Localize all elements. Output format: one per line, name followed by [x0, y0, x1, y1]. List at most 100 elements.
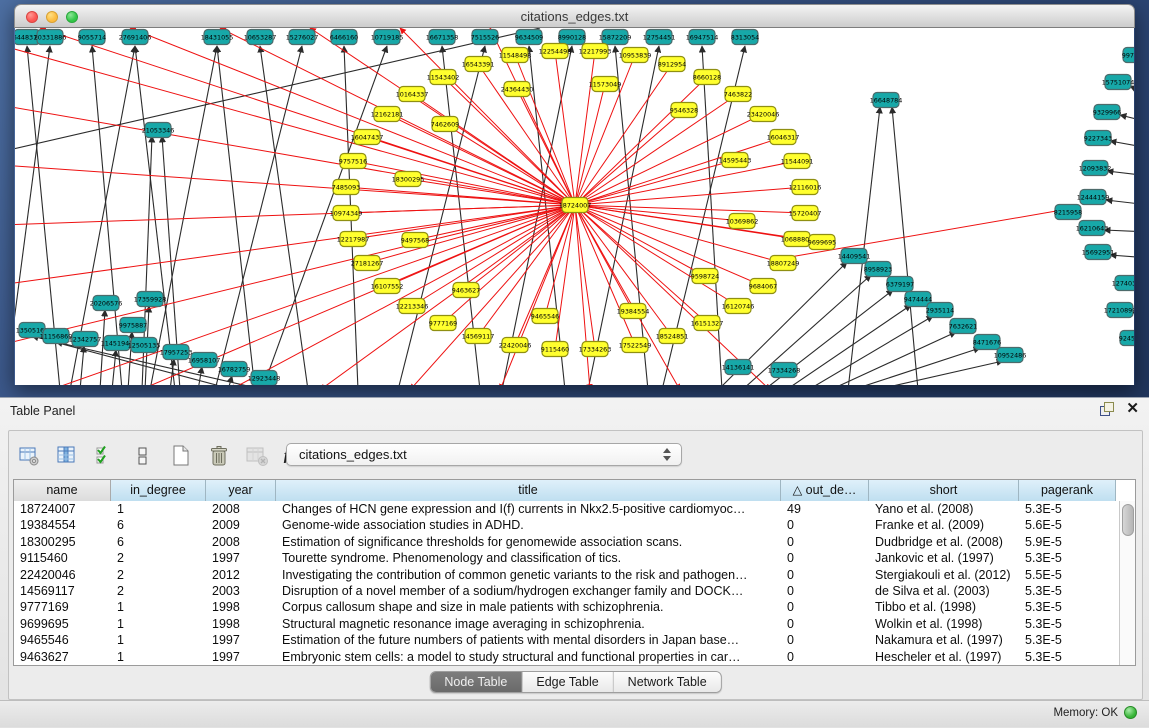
graph-node[interactable]: 10952486: [994, 348, 1027, 363]
column-header-name[interactable]: name: [14, 480, 111, 501]
graph-node[interactable]: 18431055: [201, 30, 234, 45]
graph-node[interactable]: 7463822: [724, 87, 752, 102]
graph-node[interactable]: 27181267: [351, 256, 384, 271]
graph-node[interactable]: 15276027: [286, 30, 319, 45]
graph-node[interactable]: 15872209: [599, 30, 632, 45]
graph-node[interactable]: 16151327: [691, 316, 724, 331]
graph-node[interactable]: 16107552: [371, 279, 404, 294]
table-row[interactable]: 946554611997Estimation of the future num…: [14, 632, 1120, 648]
graph-node[interactable]: 14136141: [722, 360, 755, 375]
graph-node[interactable]: 16671358: [426, 30, 459, 45]
table-row[interactable]: 911546021997Tourette syndrome. Phenomeno…: [14, 550, 1120, 566]
window-titlebar[interactable]: citations_edges.txt: [14, 4, 1135, 28]
close-window-button[interactable]: [26, 11, 38, 23]
graph-node[interactable]: 27691406: [119, 30, 152, 45]
graph-node[interactable]: 12162181: [371, 107, 404, 122]
graph-node[interactable]: 12740354: [1112, 276, 1134, 291]
graph-node[interactable]: 11573049: [589, 77, 622, 92]
graph-node[interactable]: 9245007: [1119, 331, 1134, 346]
graph-node[interactable]: 15751074: [1102, 75, 1134, 90]
graph-node[interactable]: 17334268: [768, 363, 801, 378]
graph-node[interactable]: 9634509: [515, 30, 543, 45]
graph-node[interactable]: 12754451: [643, 30, 676, 45]
graph-node[interactable]: 15692951: [1082, 245, 1115, 260]
table-row[interactable]: 1830029562008Estimation of significance …: [14, 534, 1120, 550]
graph-node[interactable]: 16120746: [722, 299, 755, 314]
graph-node[interactable]: 12444159: [1077, 190, 1110, 205]
tab-network-table[interactable]: Network Table: [614, 672, 721, 692]
delete-column-icon[interactable]: [207, 444, 231, 468]
graph-node[interactable]: 16543391: [462, 57, 495, 72]
table-select-dropdown[interactable]: citations_edges.txt: [286, 443, 682, 466]
graph-node[interactable]: 8313054: [731, 30, 759, 45]
graph-node[interactable]: 11543402: [427, 70, 460, 85]
graph-node[interactable]: 8215958: [1054, 205, 1082, 220]
graph-node[interactable]: 11548498: [499, 48, 532, 63]
graph-node[interactable]: 9777169: [429, 316, 457, 331]
graph-node[interactable]: 20331886: [34, 30, 67, 45]
graph-node[interactable]: 12093832: [1079, 161, 1112, 176]
graph-node[interactable]: 9497568: [401, 233, 429, 248]
citation-network-graph[interactable]: 6448314203318869055714276914061843105510…: [15, 28, 1134, 385]
graph-node[interactable]: 17334263: [579, 342, 612, 357]
graph-node[interactable]: 7485093: [332, 180, 360, 195]
column-header-year[interactable]: year: [206, 480, 276, 501]
graph-node[interactable]: 8958923: [864, 262, 892, 277]
graph-node[interactable]: 19384554: [617, 304, 650, 319]
graph-node[interactable]: 9546328: [670, 103, 698, 118]
graph-node[interactable]: 9465546: [531, 309, 559, 324]
graph-node[interactable]: 16648784: [870, 93, 903, 108]
table-mode-icon[interactable]: [17, 444, 41, 468]
graph-node[interactable]: 14569117: [462, 329, 495, 344]
graph-hub-node[interactable]: 18724007: [559, 198, 592, 213]
table-row[interactable]: 969969511998Structural magnetic resonanc…: [14, 616, 1120, 632]
graph-node[interactable]: 24364430: [501, 82, 534, 97]
graph-node[interactable]: 17522549: [619, 338, 652, 353]
graph-node[interactable]: 22420046: [499, 338, 532, 353]
memory-ok-icon[interactable]: [1124, 706, 1137, 719]
table-row[interactable]: 946362711997Embryonic stem cells: a mode…: [14, 649, 1120, 665]
graph-node[interactable]: 10164337: [396, 87, 429, 102]
graph-node[interactable]: 7632621: [949, 319, 977, 334]
graph-node[interactable]: 8471676: [973, 335, 1001, 350]
graph-node[interactable]: 20206576: [90, 296, 123, 311]
column-header-in_degree[interactable]: in_degree: [111, 480, 206, 501]
table-row[interactable]: 977716911998Corpus callosum shape and si…: [14, 599, 1120, 615]
graph-node[interactable]: 9115460: [541, 342, 569, 357]
graph-node[interactable]: 10953839: [619, 48, 652, 63]
close-panel-icon[interactable]: ✕: [1126, 402, 1139, 416]
table-row[interactable]: 2242004622012Investigating the contribut…: [14, 567, 1120, 583]
graph-node[interactable]: 12217987: [337, 232, 370, 247]
graph-node[interactable]: 11156869: [40, 329, 73, 344]
table-row[interactable]: 1938455462009Genome-wide association stu…: [14, 517, 1120, 533]
column-header-title[interactable]: title: [276, 480, 781, 501]
graph-node[interactable]: 18300295: [392, 172, 425, 187]
graph-node[interactable]: 18524851: [656, 329, 689, 344]
graph-node[interactable]: 17359928: [134, 292, 167, 307]
graph-node[interactable]: 16210643: [1076, 221, 1109, 236]
graph-node[interactable]: 2935114: [926, 303, 954, 318]
graph-node[interactable]: 9227343: [1084, 131, 1112, 146]
graph-node[interactable]: 12342757: [69, 332, 102, 347]
graph-node[interactable]: 9055714: [78, 30, 106, 45]
graph-node[interactable]: 16046317: [767, 130, 800, 145]
graph-node[interactable]: 8660128: [693, 70, 721, 85]
graph-node[interactable]: 14409541: [838, 249, 871, 264]
new-column-icon[interactable]: [169, 444, 193, 468]
graph-node[interactable]: 10653287: [244, 30, 277, 45]
graph-node[interactable]: 10369862: [726, 214, 759, 229]
graph-node[interactable]: 12923448: [248, 371, 281, 386]
graph-node[interactable]: 9463627: [452, 283, 480, 298]
graph-node[interactable]: 9975887: [119, 318, 147, 333]
graph-node[interactable]: 11544091: [781, 154, 814, 169]
column-header-pagerank[interactable]: pagerank: [1019, 480, 1116, 501]
table-scrollbar[interactable]: [1119, 501, 1135, 665]
graph-node[interactable]: 10719185: [371, 30, 404, 45]
graph-node[interactable]: 16782759: [218, 362, 251, 377]
graph-node[interactable]: 9598724: [691, 269, 719, 284]
graph-node[interactable]: 8912954: [658, 57, 686, 72]
graph-node[interactable]: 12217993: [579, 44, 612, 59]
graph-node[interactable]: 7515526: [471, 30, 499, 45]
graph-node[interactable]: 16047437: [351, 130, 384, 145]
row-height-icon[interactable]: [131, 444, 155, 468]
